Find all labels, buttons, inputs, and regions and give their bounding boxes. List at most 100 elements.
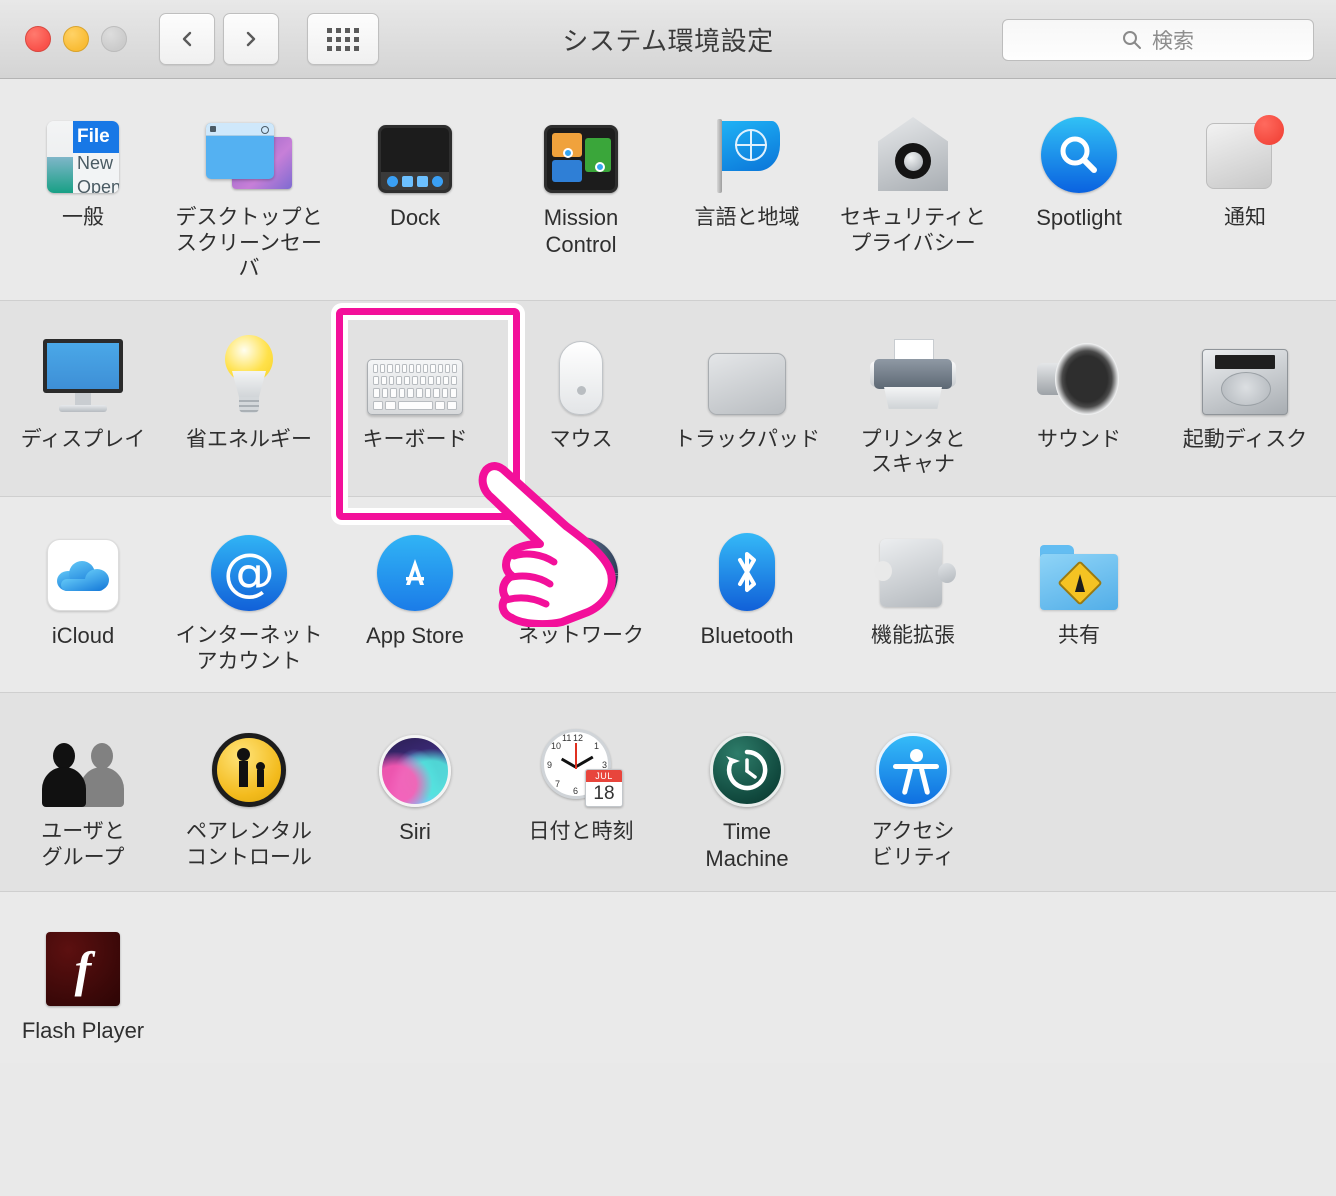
preference-row: File New Open 一般 デスクトップと スクリーンセーバ Dock M… xyxy=(0,79,1336,301)
back-button[interactable] xyxy=(159,13,215,65)
general-menu-file: File xyxy=(73,121,119,153)
pref-time-machine[interactable]: Time Machine xyxy=(664,715,830,873)
pref-security-privacy[interactable]: セキュリティと プライバシー xyxy=(830,101,996,282)
system-preferences-window: システム環境設定 検索 File New Open 一般 デスクトップと スクリ… xyxy=(0,0,1336,1196)
pref-label: ペアレンタル コントロール xyxy=(186,820,312,869)
pref-label: 日付と時刻 xyxy=(528,820,634,844)
forward-button[interactable] xyxy=(223,13,279,65)
pref-label: Spotlight xyxy=(1036,205,1122,230)
pref-label: トラックパッド xyxy=(674,427,820,451)
pref-sharing[interactable]: 共有 xyxy=(996,519,1162,674)
pref-bluetooth[interactable]: Bluetooth xyxy=(664,519,830,674)
search-field[interactable]: 検索 xyxy=(1002,19,1314,61)
energy-saver-icon xyxy=(216,323,282,415)
desktop-screensaver-icon xyxy=(206,101,292,193)
traffic-lights xyxy=(25,26,127,52)
icloud-icon xyxy=(47,519,119,612)
grid-icon xyxy=(327,27,359,51)
pref-spotlight[interactable]: Spotlight xyxy=(996,101,1162,282)
pref-flash-player[interactable]: f Flash Player xyxy=(0,914,166,1045)
pref-label: インターネット アカウント xyxy=(175,624,323,673)
pref-label: ユーザと グループ xyxy=(41,820,125,869)
pref-trackpad[interactable]: トラックパッド xyxy=(664,323,830,478)
pref-general[interactable]: File New Open 一般 xyxy=(0,101,166,282)
zoom-button xyxy=(101,26,127,52)
pref-network[interactable]: ネットワーク xyxy=(498,519,664,674)
general-icon: File New Open xyxy=(47,101,119,193)
pref-siri[interactable]: Siri xyxy=(332,715,498,873)
titlebar: システム環境設定 検索 xyxy=(0,0,1336,79)
pref-sound[interactable]: サウンド xyxy=(996,323,1162,478)
chevron-right-icon xyxy=(246,31,256,47)
flash-glyph: f xyxy=(46,931,120,1006)
trackpad-icon xyxy=(708,323,786,415)
pref-label: サウンド xyxy=(1037,427,1121,451)
pref-label: 言語と地域 xyxy=(694,206,800,229)
pref-printers-scanners[interactable]: プリンタと スキャナ xyxy=(830,323,996,478)
pref-dock[interactable]: Dock xyxy=(332,101,498,282)
security-privacy-icon xyxy=(874,101,952,193)
sound-icon xyxy=(1037,323,1121,415)
close-button[interactable] xyxy=(25,26,51,52)
startup-disk-icon xyxy=(1202,323,1288,415)
pref-parental-controls[interactable]: ペアレンタル コントロール xyxy=(166,715,332,873)
pref-label: 共有 xyxy=(1058,624,1100,648)
pref-internet-accounts[interactable]: @ インターネット アカウント xyxy=(166,519,332,674)
parental-controls-icon xyxy=(212,715,286,808)
pref-startup-disk[interactable]: 起動ディスク xyxy=(1162,323,1328,478)
preference-row: f Flash Player xyxy=(0,891,1336,1063)
pref-label: Dock xyxy=(389,205,441,230)
pref-label: Mission Control xyxy=(543,205,619,257)
printers-scanners-icon xyxy=(870,323,956,415)
pref-label: Time Machine xyxy=(705,819,789,872)
pref-label: キーボード xyxy=(362,427,468,451)
flash-player-icon: f xyxy=(46,914,120,1006)
keyboard-icon xyxy=(367,323,463,415)
dock-icon xyxy=(378,101,452,193)
pref-energy-saver[interactable]: 省エネルギー xyxy=(166,323,332,478)
preference-row: ユーザと グループ ペアレンタル コントロール Siri 12 1 3 6 7 … xyxy=(0,693,1336,892)
pref-users-groups[interactable]: ユーザと グループ xyxy=(0,715,166,873)
preference-grid: File New Open 一般 デスクトップと スクリーンセーバ Dock M… xyxy=(0,79,1336,1063)
extensions-icon xyxy=(874,519,956,611)
search-icon xyxy=(1123,31,1141,49)
network-icon xyxy=(544,519,618,612)
pref-display[interactable]: ディスプレイ xyxy=(0,323,166,478)
display-icon xyxy=(41,323,125,415)
pref-desktop-screensaver[interactable]: デスクトップと スクリーンセーバ xyxy=(166,101,332,282)
pref-spacer xyxy=(1162,519,1328,674)
preference-row: iCloud @ インターネット アカウント App Store ネットワーク … xyxy=(0,497,1336,694)
pref-app-store[interactable]: App Store xyxy=(332,519,498,674)
search-placeholder: 検索 xyxy=(1152,30,1194,53)
pref-label: Siri xyxy=(399,819,431,845)
pref-label: Flash Player xyxy=(21,1017,145,1043)
minimize-button[interactable] xyxy=(63,26,89,52)
pref-mission-control[interactable]: Mission Control xyxy=(498,101,664,282)
accessibility-icon xyxy=(876,715,950,808)
nav-buttons xyxy=(159,13,279,65)
pref-accessibility[interactable]: アクセシ ビリティ xyxy=(830,715,996,873)
preference-row: ディスプレイ 省エネルギー キーボード マウス トラックパッド プリンタと スキ… xyxy=(0,300,1336,498)
mouse-icon xyxy=(559,323,603,415)
pref-notifications[interactable]: 通知 xyxy=(1162,101,1328,282)
time-machine-icon xyxy=(710,715,784,808)
show-all-button[interactable] xyxy=(307,13,379,65)
notification-badge xyxy=(1254,115,1284,145)
calendar-month: JUL xyxy=(586,770,622,783)
users-groups-icon xyxy=(42,715,124,808)
pref-date-time[interactable]: 12 1 3 5 6 7 9 10 11 JUL 18 xyxy=(498,715,664,873)
pref-keyboard[interactable]: キーボード xyxy=(332,323,498,478)
siri-icon xyxy=(379,715,451,808)
pref-mouse[interactable]: マウス xyxy=(498,323,664,478)
sharing-icon xyxy=(1040,519,1118,611)
pref-label: App Store xyxy=(366,623,464,649)
internet-accounts-icon: @ xyxy=(211,519,287,612)
pref-label: マウス xyxy=(549,427,613,451)
spotlight-icon xyxy=(1041,101,1117,193)
pref-label: ネットワーク xyxy=(518,624,644,648)
pref-icloud[interactable]: iCloud xyxy=(0,519,166,674)
pref-language-region[interactable]: 言語と地域 xyxy=(664,101,830,282)
pref-extensions[interactable]: 機能拡張 xyxy=(830,519,996,674)
date-time-icon: 12 1 3 5 6 7 9 10 11 JUL 18 xyxy=(539,715,623,808)
pref-label: Bluetooth xyxy=(700,623,794,649)
